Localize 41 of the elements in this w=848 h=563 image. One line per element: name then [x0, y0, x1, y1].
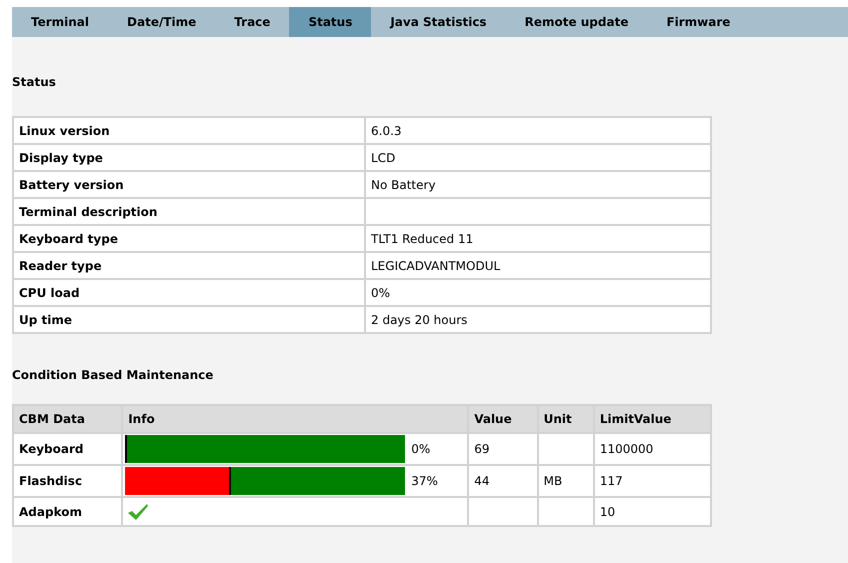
- column-header: Info: [122, 405, 468, 433]
- table-cell: 117: [594, 465, 711, 497]
- table-cell: Battery version: [13, 171, 365, 198]
- table-cell: No Battery: [365, 171, 711, 198]
- percent-label: 37%: [411, 474, 438, 488]
- table-cell: 10: [594, 497, 711, 526]
- table-cell: Adapkom: [13, 497, 122, 526]
- checkmark-icon: [127, 502, 150, 520]
- percent-label: 0%: [411, 442, 430, 456]
- table-cell: LEGICADVANTMODUL: [365, 252, 711, 279]
- table-cell: Linux version: [13, 117, 365, 144]
- tab[interactable]: Firmware: [647, 7, 750, 37]
- table-cell: 44: [468, 465, 538, 497]
- table-cell: LCD: [365, 144, 711, 171]
- table-cell: Display type: [13, 144, 365, 171]
- tab[interactable]: Date/Time: [108, 7, 216, 37]
- tab[interactable]: Remote update: [506, 7, 648, 37]
- column-header: Unit: [538, 405, 594, 433]
- table-cell: 69: [468, 433, 538, 465]
- section-heading: Condition Based Maintenance: [12, 368, 214, 382]
- table-cell: Terminal description: [13, 198, 365, 225]
- table-cell: Keyboard type: [13, 225, 365, 252]
- table-cell: 1100000: [594, 433, 711, 465]
- column-header: Value: [468, 405, 538, 433]
- tab[interactable]: Terminal: [12, 7, 108, 37]
- table-cell: Keyboard: [13, 433, 122, 465]
- table-cell: Flashdisc: [13, 465, 122, 497]
- table-cell: TLT1 Reduced 11: [365, 225, 711, 252]
- tab[interactable]: Trace: [215, 7, 290, 37]
- table-cell: Up time: [13, 306, 365, 333]
- table-cell: 0%: [365, 279, 711, 306]
- section-heading: Status: [12, 75, 56, 89]
- table-cell: MB: [538, 465, 594, 497]
- table-cell: Reader type: [13, 252, 365, 279]
- table-cell: CPU load: [13, 279, 365, 306]
- tab[interactable]: Java Statistics: [371, 7, 506, 37]
- tab[interactable]: Status: [289, 7, 372, 37]
- column-header: CBM Data: [13, 405, 122, 433]
- table-cell: 6.0.3: [365, 117, 711, 144]
- table-cell: 2 days 20 hours: [365, 306, 711, 333]
- column-header: LimitValue: [594, 405, 711, 433]
